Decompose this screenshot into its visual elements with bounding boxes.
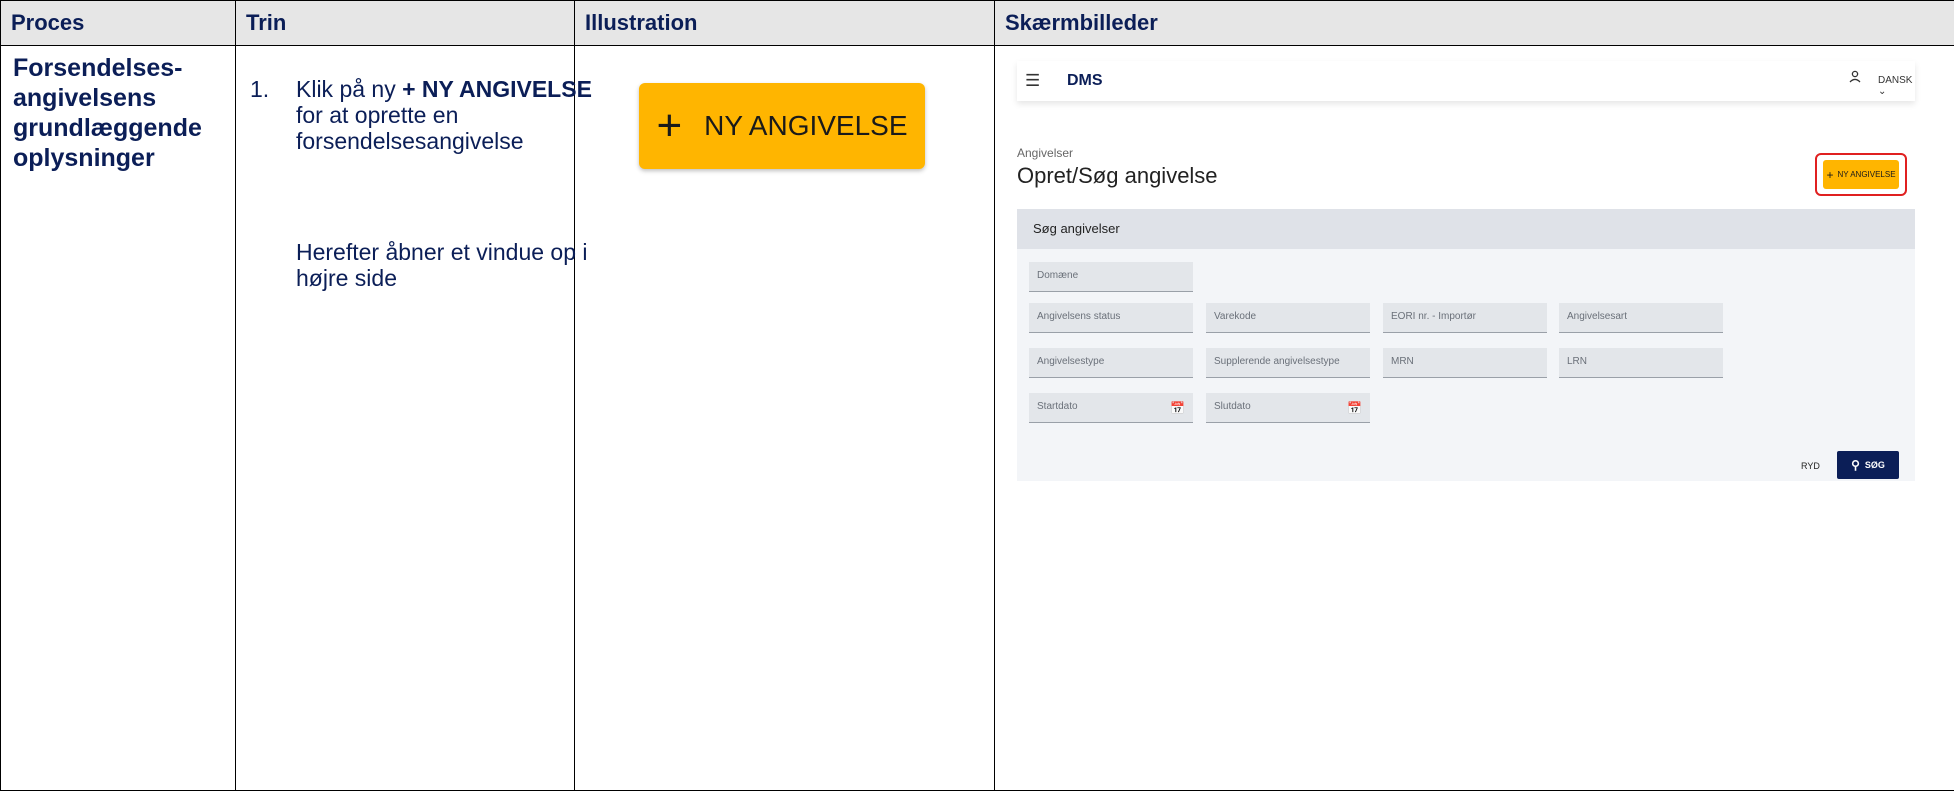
- lrn-field-label: LRN: [1567, 356, 1588, 367]
- language-label: DANSK: [1878, 75, 1913, 86]
- illustration-cell: + NY ANGIVELSE: [574, 45, 995, 791]
- header-proces: Proces: [0, 0, 236, 46]
- search-button-label: SØG: [1864, 460, 1885, 470]
- proces-cell: Forsendelses-angivelsens grundlæggende o…: [0, 45, 236, 791]
- app-title: DMS: [1067, 72, 1103, 89]
- page-title: Opret/Søg angivelse: [1017, 163, 1218, 188]
- search-panel: Søg angivelser Domæne Angivelsens status…: [1017, 209, 1915, 481]
- status-field-label: Angivelsens status: [1037, 311, 1121, 322]
- process-table: Proces Trin Illustration Skærmbilleder F…: [0, 0, 1954, 791]
- language-select[interactable]: DANSK ⌄: [1878, 75, 1915, 97]
- step-number: 1.: [250, 76, 270, 102]
- startdato-field-label: Startdato: [1037, 401, 1078, 412]
- calendar-icon[interactable]: 📅: [1347, 394, 1362, 422]
- step-instruction: Klik på ny + NY ANGIVELSE for at oprette…: [296, 76, 596, 154]
- highlight-frame: + NY ANGIVELSE: [1815, 153, 1907, 196]
- new-declaration-button[interactable]: + NY ANGIVELSE: [1823, 160, 1899, 189]
- new-declaration-label: NY ANGIVELSE: [1837, 170, 1896, 179]
- top-bar: ☰ DMS DANSK ⌄: [1017, 61, 1915, 101]
- content-row: Forsendelses-angivelsens grundlæggende o…: [0, 45, 1954, 791]
- slutdato-field-label: Slutdato: [1214, 401, 1251, 412]
- status-field[interactable]: Angivelsens status: [1029, 303, 1193, 333]
- step-bold: + NY ANGIVELSE: [402, 76, 592, 102]
- lrn-field[interactable]: LRN: [1559, 348, 1723, 378]
- hamburger-menu-icon[interactable]: ☰: [1025, 71, 1040, 91]
- proces-text: Forsendelses-angivelsens grundlæggende o…: [13, 54, 202, 172]
- illustration-button-label: NY ANGIVELSE: [704, 110, 908, 141]
- search-button[interactable]: ⚲ SØG: [1837, 451, 1899, 479]
- angivelsesart-field[interactable]: Angivelsesart: [1559, 303, 1723, 333]
- eori-field[interactable]: EORI nr. - Importør: [1383, 303, 1547, 333]
- illustration-new-button: + NY ANGIVELSE: [639, 83, 925, 169]
- plus-icon: +: [1826, 167, 1834, 182]
- slutdato-field[interactable]: Slutdato 📅: [1206, 393, 1370, 423]
- mrn-field[interactable]: MRN: [1383, 348, 1547, 378]
- supplerende-field[interactable]: Supplerende angivelsestype: [1206, 348, 1370, 378]
- angivelsestype-field-label: Angivelsestype: [1037, 356, 1105, 367]
- mrn-field-label: MRN: [1391, 356, 1414, 367]
- angivelsestype-field[interactable]: Angivelsestype: [1029, 348, 1193, 378]
- angivelsesart-field-label: Angivelsesart: [1567, 311, 1628, 322]
- calendar-icon[interactable]: 📅: [1170, 394, 1185, 422]
- search-icon: ⚲: [1851, 458, 1860, 472]
- startdato-field[interactable]: Startdato 📅: [1029, 393, 1193, 423]
- header-illustration: Illustration: [574, 0, 995, 46]
- step-pre: Klik på ny: [296, 76, 403, 102]
- search-panel-title: Søg angivelser: [1017, 209, 1915, 249]
- dms-screenshot: ☰ DMS DANSK ⌄ Angivelser Opret/Søg angiv…: [995, 46, 1954, 790]
- user-icon[interactable]: [1849, 70, 1861, 86]
- screenshot-cell: ☰ DMS DANSK ⌄ Angivelser Opret/Søg angiv…: [994, 45, 1954, 791]
- step-post: for at oprette en forsendelsesangivelse: [296, 102, 524, 154]
- step-note: Herefter åbner et vindue op i højre side: [296, 239, 588, 291]
- chevron-down-icon: ⌄: [1878, 86, 1887, 97]
- trin-cell: 1. Klik på ny + NY ANGIVELSE for at opre…: [235, 45, 592, 791]
- supplerende-field-label: Supplerende angivelsestype: [1214, 356, 1340, 367]
- header-trin: Trin: [235, 0, 575, 46]
- clear-button[interactable]: RYD: [1801, 461, 1820, 471]
- domain-field-label: Domæne: [1037, 270, 1079, 281]
- header-row: Proces Trin Illustration Skærmbilleder: [0, 0, 1954, 46]
- varekode-field-label: Varekode: [1214, 311, 1257, 322]
- domain-field[interactable]: Domæne: [1029, 262, 1193, 292]
- plus-icon: +: [656, 101, 683, 150]
- eori-field-label: EORI nr. - Importør: [1391, 311, 1477, 322]
- header-skaermbilleder: Skærmbilleder: [994, 0, 1954, 46]
- breadcrumb[interactable]: Angivelser: [1017, 146, 1073, 160]
- varekode-field[interactable]: Varekode: [1206, 303, 1370, 333]
